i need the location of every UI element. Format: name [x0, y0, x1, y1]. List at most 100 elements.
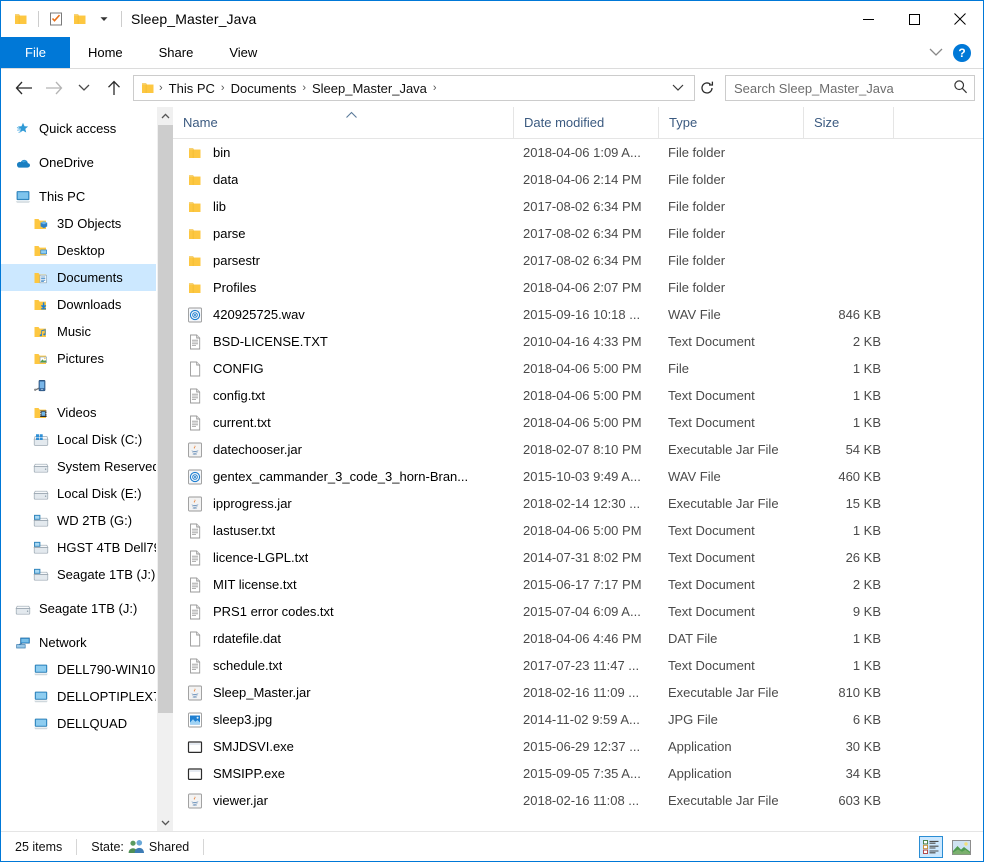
- navigation-scrollbar[interactable]: [156, 107, 173, 831]
- breadcrumb-bar[interactable]: › This PC › Documents › Sleep_Master_Jav…: [133, 75, 695, 101]
- table-row[interactable]: CONFIG 2018-04-06 5:00 PM File 1 KB: [173, 355, 983, 382]
- table-row[interactable]: Sleep_Master.jar 2018-02-16 11:09 ... Exec…: [173, 679, 983, 706]
- sidebar-item-desktop[interactable]: Desktop: [1, 237, 173, 264]
- table-row[interactable]: SMJDSVI.exe 2015-06-29 12:37 ... Applicati…: [173, 733, 983, 760]
- table-row[interactable]: MIT license.txt 2015-06-17 7:17 PM Text Do…: [173, 571, 983, 598]
- sidebar-item-videos[interactable]: Videos: [1, 399, 173, 426]
- back-button[interactable]: [9, 73, 39, 103]
- expand-ribbon-chevron-down-icon[interactable]: [929, 46, 943, 60]
- table-row[interactable]: parsestr 2017-08-02 6:34 PM File folder: [173, 247, 983, 274]
- table-row[interactable]: PRS1 error codes.txt 2015-07-04 6:09 A...…: [173, 598, 983, 625]
- refresh-button[interactable]: [695, 75, 719, 101]
- customize-dropdown-icon[interactable]: [92, 7, 116, 31]
- table-row[interactable]: BSD-LICENSE.TXT 2010-04-16 4:33 PM Text Do…: [173, 328, 983, 355]
- file-name-cell[interactable]: MIT license.txt: [173, 577, 513, 593]
- sidebar-item-3d-objects[interactable]: 3D Objects: [1, 210, 173, 237]
- folder-icon[interactable]: [9, 7, 33, 31]
- file-name-cell[interactable]: gentex_cammander_3_code_3_horn-Bran...: [173, 469, 513, 485]
- sidebar-item-documents[interactable]: Documents: [1, 264, 173, 291]
- table-row[interactable]: bin 2018-04-06 1:09 A... File folder: [173, 139, 983, 166]
- table-row[interactable]: lib 2017-08-02 6:34 PM File folder: [173, 193, 983, 220]
- column-header-size[interactable]: Size: [803, 106, 893, 139]
- table-row[interactable]: 420925725.wav 2015-09-16 10:18 ... WAV Fil…: [173, 301, 983, 328]
- recent-locations-chevron-down-icon[interactable]: [69, 73, 99, 103]
- file-name-cell[interactable]: schedule.txt: [173, 658, 513, 674]
- close-button[interactable]: [937, 1, 983, 37]
- new-folder-icon[interactable]: [68, 7, 92, 31]
- file-name-cell[interactable]: data: [173, 172, 513, 188]
- minimize-button[interactable]: [845, 1, 891, 37]
- sidebar-item-portable-device-icon[interactable]: [1, 372, 173, 399]
- file-name-cell[interactable]: Sleep_Master.jar: [173, 685, 513, 701]
- sidebar-item-local-disk-e[interactable]: Local Disk (E:): [1, 480, 173, 507]
- breadcrumb-item-documents[interactable]: Documents: [226, 81, 302, 96]
- file-name-cell[interactable]: ipprogress.jar: [173, 496, 513, 512]
- table-row[interactable]: lastuser.txt 2018-04-06 5:00 PM Text Docum…: [173, 517, 983, 544]
- sidebar-item-onedrive[interactable]: OneDrive: [1, 149, 173, 176]
- table-row[interactable]: schedule.txt 2017-07-23 11:47 ... Text Doc…: [173, 652, 983, 679]
- column-header-name[interactable]: Name: [173, 107, 513, 139]
- table-row[interactable]: data 2018-04-06 2:14 PM File folder: [173, 166, 983, 193]
- sidebar-item-local-disk-c[interactable]: Local Disk (C:): [1, 426, 173, 453]
- table-row[interactable]: sleep3.jpg 2014-11-02 9:59 A... JPG File 6 …: [173, 706, 983, 733]
- navigation-scrollbar-thumb[interactable]: [158, 125, 173, 713]
- tab-share[interactable]: Share: [141, 37, 212, 68]
- table-row[interactable]: datechooser.jar 2018-02-07 8:10 PM Executa…: [173, 436, 983, 463]
- sidebar-item-pictures[interactable]: Pictures: [1, 345, 173, 372]
- file-name-cell[interactable]: CONFIG: [173, 361, 513, 377]
- tab-home[interactable]: Home: [70, 37, 141, 68]
- file-name-cell[interactable]: lastuser.txt: [173, 523, 513, 539]
- table-row[interactable]: parse 2017-08-02 6:34 PM File folder: [173, 220, 983, 247]
- file-name-cell[interactable]: current.txt: [173, 415, 513, 431]
- search-input[interactable]: Search Sleep_Master_Java: [734, 81, 953, 96]
- breadcrumb-folder-icon[interactable]: [140, 80, 156, 96]
- file-name-cell[interactable]: lib: [173, 199, 513, 215]
- table-row[interactable]: current.txt 2018-04-06 5:00 PM Text Docume…: [173, 409, 983, 436]
- breadcrumb-item-sleep-master-java[interactable]: Sleep_Master_Java: [307, 81, 432, 96]
- scroll-down-arrow-icon[interactable]: [157, 814, 173, 831]
- forward-button[interactable]: [39, 73, 69, 103]
- sidebar-item-this-pc[interactable]: This PC: [1, 183, 173, 210]
- breadcrumb-item-this-pc[interactable]: This PC: [164, 81, 220, 96]
- sidebar-item-seagate-1tb-j[interactable]: Seagate 1TB (J:): [1, 595, 173, 622]
- file-name-cell[interactable]: SMJDSVI.exe: [173, 739, 513, 755]
- sidebar-item-seagate-1tb-j[interactable]: Seagate 1TB (J:): [1, 561, 173, 588]
- sidebar-item-system-reserved[interactable]: System Reserved: [1, 453, 173, 480]
- file-name-cell[interactable]: parse: [173, 226, 513, 242]
- column-header-type[interactable]: Type: [658, 106, 803, 139]
- address-dropdown-chevron-down-icon[interactable]: [666, 81, 690, 95]
- file-name-cell[interactable]: PRS1 error codes.txt: [173, 604, 513, 620]
- maximize-button[interactable]: [891, 1, 937, 37]
- help-button[interactable]: ?: [953, 44, 971, 62]
- details-view-button[interactable]: [919, 836, 943, 858]
- sidebar-item-dell790-win10[interactable]: DELL790-WIN10: [1, 656, 173, 683]
- table-row[interactable]: gentex_cammander_3_code_3_horn-Bran... 20…: [173, 463, 983, 490]
- file-name-cell[interactable]: viewer.jar: [173, 793, 513, 809]
- file-name-cell[interactable]: config.txt: [173, 388, 513, 404]
- tab-view[interactable]: View: [211, 37, 275, 68]
- table-row[interactable]: ipprogress.jar 2018-02-14 12:30 ... Execut…: [173, 490, 983, 517]
- sidebar-item-dellquad[interactable]: DELLQUAD: [1, 710, 173, 737]
- up-button[interactable]: [99, 73, 129, 103]
- scroll-up-arrow-icon[interactable]: [157, 107, 173, 124]
- sidebar-item-quick-access[interactable]: Quick access: [1, 115, 173, 142]
- file-name-cell[interactable]: 420925725.wav: [173, 307, 513, 323]
- search-box[interactable]: Search Sleep_Master_Java: [725, 75, 975, 101]
- file-name-cell[interactable]: rdatefile.dat: [173, 631, 513, 647]
- tab-file[interactable]: File: [1, 37, 70, 68]
- large-icons-view-button[interactable]: [949, 836, 973, 858]
- column-header-date-modified[interactable]: Date modified: [513, 106, 658, 139]
- breadcrumb-separator-3[interactable]: ›: [432, 82, 438, 94]
- sidebar-item-music[interactable]: Music: [1, 318, 173, 345]
- file-name-cell[interactable]: Profiles: [173, 280, 513, 296]
- table-row[interactable]: rdatefile.dat 2018-04-06 4:46 PM DAT File 1…: [173, 625, 983, 652]
- table-row[interactable]: config.txt 2018-04-06 5:00 PM Text Documen…: [173, 382, 983, 409]
- sidebar-item-network[interactable]: Network: [1, 629, 173, 656]
- sidebar-item-wd-2tb-g[interactable]: WD 2TB (G:): [1, 507, 173, 534]
- search-icon[interactable]: [953, 79, 968, 97]
- file-list[interactable]: bin 2018-04-06 1:09 A... File folder data 20…: [173, 139, 983, 831]
- table-row[interactable]: Profiles 2018-04-06 2:07 PM File folder: [173, 274, 983, 301]
- file-name-cell[interactable]: licence-LGPL.txt: [173, 550, 513, 566]
- sidebar-item-downloads[interactable]: Downloads: [1, 291, 173, 318]
- sidebar-item-hgst-4tb-dell79[interactable]: HGST 4TB Dell79: [1, 534, 173, 561]
